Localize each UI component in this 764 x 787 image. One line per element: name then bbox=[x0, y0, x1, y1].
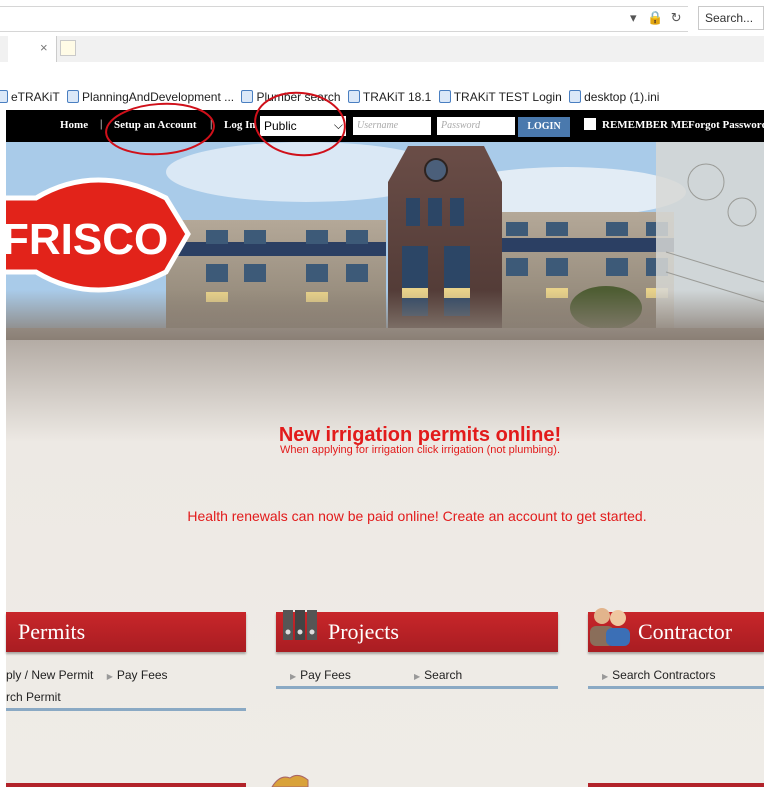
annotation-circle-setup bbox=[105, 102, 215, 156]
annotation-circle-select bbox=[254, 91, 346, 157]
annotation-overlay bbox=[105, 91, 346, 157]
